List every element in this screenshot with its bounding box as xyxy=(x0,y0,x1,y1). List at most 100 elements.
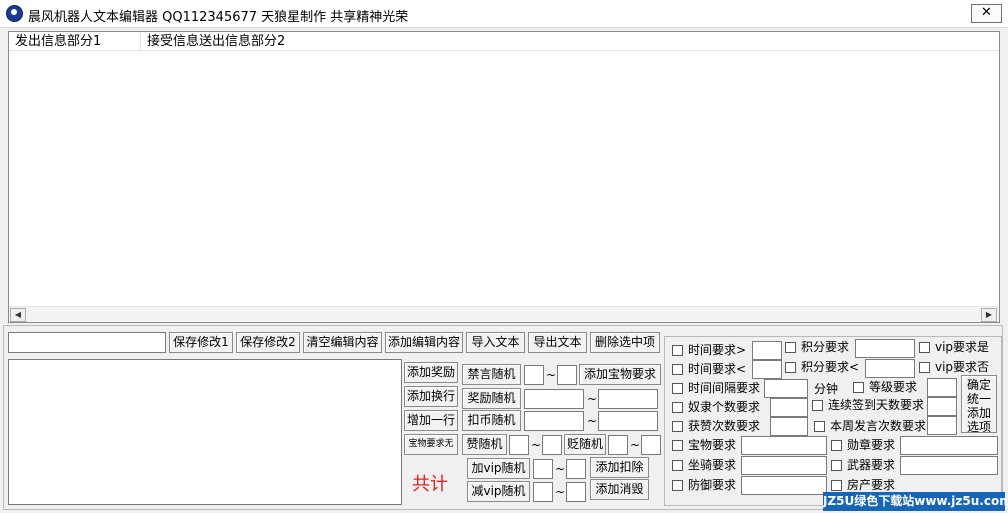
slave-count-input[interactable] xyxy=(770,398,808,417)
dislike-random-button[interactable]: 贬随机 xyxy=(564,434,606,455)
defense-checkbox[interactable] xyxy=(672,480,683,491)
add-deduct-button[interactable]: 添加扣除 xyxy=(590,457,649,478)
reduce-vip-min-input[interactable] xyxy=(533,482,553,502)
content-memo[interactable] xyxy=(8,359,402,505)
slave-count-checkbox[interactable] xyxy=(672,402,683,413)
weekly-speech-checkbox[interactable] xyxy=(814,421,825,432)
add-reward-button[interactable]: 添加奖励 xyxy=(404,362,458,383)
level-input[interactable] xyxy=(927,378,957,397)
app-icon xyxy=(6,5,23,22)
minutes-label: 分钟 xyxy=(814,382,839,396)
add-edit-button[interactable]: 添加编辑内容 xyxy=(385,332,463,353)
vip-no-label: vip要求否 xyxy=(935,360,990,374)
points-input[interactable] xyxy=(855,339,915,358)
weapon-input[interactable] xyxy=(900,456,998,475)
points-label: 积分要求 xyxy=(801,340,850,354)
dislike-min-input[interactable] xyxy=(608,435,628,455)
defense-label: 防御要求 xyxy=(688,478,737,492)
tilde-label: ~ xyxy=(630,438,641,452)
dislike-max-input[interactable] xyxy=(641,435,661,455)
like-count-label: 获赞次数要求 xyxy=(688,419,761,433)
vip-yes-checkbox[interactable] xyxy=(919,342,930,353)
confirm-add-button[interactable]: 确定统一添加选项 xyxy=(961,375,997,434)
message-list[interactable]: 发出信息部分1 接受信息送出信息部分2 ◀ ▶ xyxy=(8,31,1000,323)
deduct-max-input[interactable] xyxy=(598,411,658,431)
import-text-button[interactable]: 导入文本 xyxy=(466,332,525,353)
ban-random-button[interactable]: 禁言随机 xyxy=(462,364,521,385)
time-lt-checkbox[interactable] xyxy=(672,364,683,375)
watermark-banner: JZ5U绿色下载站www.jz5u.com xyxy=(823,492,1008,511)
delete-selected-button[interactable]: 删除选中项 xyxy=(590,332,660,353)
reward-random-button[interactable]: 奖励随机 xyxy=(462,388,521,409)
add-line-button[interactable]: 增加一行 xyxy=(404,410,458,431)
like-count-checkbox[interactable] xyxy=(672,421,683,432)
time-lt-input[interactable] xyxy=(752,360,782,379)
points-lt-label: 积分要求< xyxy=(801,360,860,374)
scroll-right-icon[interactable]: ▶ xyxy=(981,308,997,322)
house-label: 房产要求 xyxy=(847,478,896,492)
tilde-label: ~ xyxy=(531,438,542,452)
house-checkbox[interactable] xyxy=(831,480,842,491)
tilde-label: ~ xyxy=(587,392,598,406)
time-gt-input[interactable] xyxy=(752,341,782,360)
medal-input[interactable] xyxy=(900,436,998,455)
add-vip-random-button[interactable]: 加vip随机 xyxy=(467,458,530,479)
interval-checkbox[interactable] xyxy=(672,383,683,394)
like-max-input[interactable] xyxy=(542,435,562,455)
reward-max-input[interactable] xyxy=(598,389,658,409)
weekly-speech-input[interactable] xyxy=(927,416,957,435)
level-label: 等级要求 xyxy=(869,380,918,394)
reward-min-input[interactable] xyxy=(524,389,584,409)
ban-max-input[interactable] xyxy=(557,365,577,385)
save1-button[interactable]: 保存修改1 xyxy=(169,332,233,353)
clear-edit-button[interactable]: 清空编辑内容 xyxy=(303,332,382,353)
level-checkbox[interactable] xyxy=(853,382,864,393)
medal-checkbox[interactable] xyxy=(831,440,842,451)
treasure-input[interactable] xyxy=(741,436,827,455)
points-checkbox[interactable] xyxy=(785,342,796,353)
time-gt-checkbox[interactable] xyxy=(672,345,683,356)
tilde-label: ~ xyxy=(555,485,566,499)
save2-button[interactable]: 保存修改2 xyxy=(236,332,300,353)
mount-input[interactable] xyxy=(741,456,827,475)
deduct-min-input[interactable] xyxy=(524,411,584,431)
add-treasure-req-button[interactable]: 添加宝物要求 xyxy=(579,364,661,385)
column-header-send[interactable]: 发出信息部分1 xyxy=(9,32,141,51)
weapon-label: 武器要求 xyxy=(847,458,896,472)
column-header-receive[interactable]: 接受信息送出信息部分2 xyxy=(141,32,341,51)
like-min-input[interactable] xyxy=(509,435,529,455)
tilde-label: ~ xyxy=(546,368,557,382)
weekly-speech-label: 本周发言次数要求 xyxy=(830,419,927,433)
time-gt-label: 时间要求> xyxy=(688,343,747,357)
slave-count-label: 奴隶个数要求 xyxy=(688,400,761,414)
deduct-random-button[interactable]: 扣币随机 xyxy=(462,410,521,431)
add-consume-button[interactable]: 添加消毁 xyxy=(590,479,649,500)
defense-input[interactable] xyxy=(741,476,827,495)
weapon-checkbox[interactable] xyxy=(831,460,842,471)
points-lt-checkbox[interactable] xyxy=(785,362,796,373)
ban-min-input[interactable] xyxy=(524,365,544,385)
scroll-left-icon[interactable]: ◀ xyxy=(10,308,26,322)
horizontal-scrollbar[interactable]: ◀ ▶ xyxy=(9,306,999,322)
points-lt-input[interactable] xyxy=(865,359,915,378)
mount-checkbox[interactable] xyxy=(672,460,683,471)
close-button[interactable]: ✕ xyxy=(971,4,1002,23)
export-text-button[interactable]: 导出文本 xyxy=(528,332,587,353)
tilde-label: ~ xyxy=(555,462,566,476)
like-count-input[interactable] xyxy=(770,417,808,436)
edit-input[interactable] xyxy=(8,332,166,353)
interval-input[interactable] xyxy=(764,379,808,398)
consecutive-sign-input[interactable] xyxy=(927,397,957,416)
treasure-req-none-button[interactable]: 宝物要求无 xyxy=(404,434,458,455)
treasure-checkbox[interactable] xyxy=(672,440,683,451)
reduce-vip-random-button[interactable]: 减vip随机 xyxy=(467,481,530,502)
consecutive-sign-checkbox[interactable] xyxy=(812,400,823,411)
vip-yes-label: vip要求是 xyxy=(935,340,990,354)
add-newline-button[interactable]: 添加换行 xyxy=(404,386,458,407)
like-random-button[interactable]: 赞随机 xyxy=(462,434,507,455)
vip-no-checkbox[interactable] xyxy=(919,362,930,373)
list-header: 发出信息部分1 接受信息送出信息部分2 xyxy=(9,32,999,51)
add-vip-min-input[interactable] xyxy=(533,459,553,479)
reduce-vip-max-input[interactable] xyxy=(566,482,586,502)
add-vip-max-input[interactable] xyxy=(566,459,586,479)
